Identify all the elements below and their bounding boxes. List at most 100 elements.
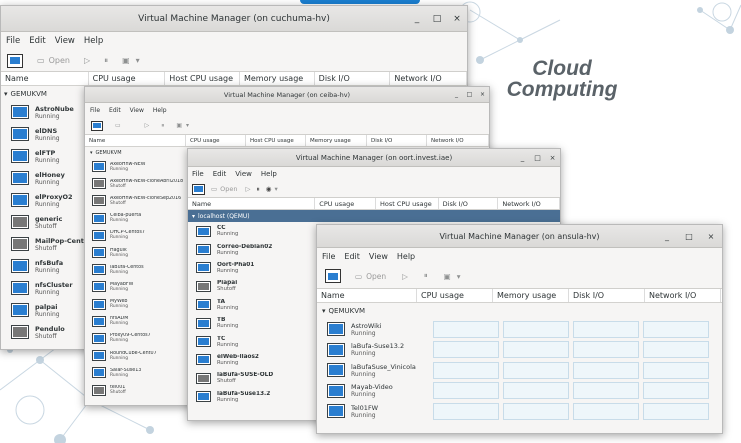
window-titlebar[interactable]: Virtual Machine Manager (on ansula-hv) _… [317,225,722,248]
minimize-button[interactable]: _ [407,6,427,32]
vm-row[interactable]: laBufa-Suse13.2 Running [317,340,722,361]
new-vm-icon[interactable] [325,269,341,283]
toolbar: ▭ ▷ ⏸ ▣ ▾ [85,117,489,135]
maximize-button[interactable]: □ [463,87,476,103]
close-button[interactable]: × [476,87,489,103]
col-memory[interactable]: Memory usage [493,289,569,302]
open-console-icon[interactable]: ▭ [115,122,121,129]
chevron-down-icon[interactable]: ▾ [186,122,189,129]
column-headers: Name CPU usage Host CPU usage Memory usa… [1,72,467,86]
open-button[interactable]: Open [49,56,70,65]
open-button[interactable]: Open [366,272,386,281]
menu-edit[interactable]: Edit [344,252,360,261]
menu-edit[interactable]: Edit [109,107,121,114]
minimize-button[interactable]: _ [515,149,530,167]
expander-icon[interactable]: ▾ [192,213,195,220]
chevron-down-icon[interactable]: ▾ [457,272,461,281]
col-name[interactable]: Name [317,289,417,302]
maximize-button[interactable]: □ [678,225,700,248]
menu-help[interactable]: Help [397,252,415,261]
pause-icon[interactable]: ⏸ [161,122,164,130]
menu-edit[interactable]: Edit [29,36,45,46]
col-name[interactable]: Name [1,72,89,85]
vm-row[interactable]: laBufaSuse_Vinicola Running [317,360,722,381]
col-memory[interactable]: Memory usage [306,135,367,146]
window-titlebar[interactable]: Virtual Machine Manager (on oort.invest.… [188,149,560,167]
menu-file[interactable]: File [6,36,20,46]
menu-help[interactable]: Help [153,107,167,114]
monitor-icon [92,247,106,259]
connection-group[interactable]: ▾ localhost (QEMU) [188,210,560,222]
new-vm-icon[interactable] [91,120,103,131]
new-vm-icon[interactable] [192,183,205,195]
window-titlebar[interactable]: Virtual Machine Manager (on ceiba-hv) _ … [85,87,489,103]
chevron-down-icon[interactable]: ▾ [274,185,277,193]
pause-icon[interactable]: ⏸ [104,56,108,66]
col-memory[interactable]: Memory usage [240,72,315,85]
expander-icon[interactable]: ▾ [322,307,326,315]
col-host-cpu[interactable]: Host CPU usage [165,72,240,85]
run-icon[interactable]: ▷ [246,185,251,193]
open-button[interactable]: Open [220,185,237,193]
menu-view[interactable]: View [369,252,388,261]
window-titlebar[interactable]: Virtual Machine Manager (on cuchuma-hv) … [1,6,467,32]
menu-file[interactable]: File [322,252,335,261]
col-disk[interactable]: Disk I/O [367,135,427,146]
pause-icon[interactable]: ⏸ [257,185,260,194]
shutdown-icon[interactable]: ▣ [122,56,130,65]
disk-io-graph [573,361,639,379]
run-icon[interactable]: ▷ [84,56,90,65]
menu-view[interactable]: View [235,170,252,178]
col-host-cpu[interactable]: Host CPU usage [246,135,306,146]
shutdown-icon[interactable]: ◉ [266,185,272,193]
pause-icon[interactable]: ⏸ [424,271,428,281]
minimize-button[interactable]: _ [450,87,463,103]
col-name[interactable]: Name [188,198,316,209]
col-name[interactable]: Name [85,135,186,146]
vm-status: Running [351,329,376,337]
menu-help[interactable]: Help [84,36,103,46]
maximize-button[interactable]: □ [427,6,447,32]
menu-view[interactable]: View [130,107,144,114]
col-cpu[interactable]: CPU usage [315,198,376,209]
col-network[interactable]: Network I/O [427,135,489,146]
shutdown-icon[interactable]: ▣ [176,122,182,129]
menu-help[interactable]: Help [261,170,277,178]
col-disk[interactable]: Disk I/O [569,289,645,302]
menu-file[interactable]: File [90,107,100,114]
col-disk[interactable]: Disk I/O [439,198,499,209]
vm-row[interactable]: Mayab-Video Running [317,381,722,402]
menu-edit[interactable]: Edit [213,170,227,178]
col-host-cpu[interactable]: Host CPU usage [376,198,439,209]
vm-row[interactable]: Tel01FW Running [317,401,722,422]
vm-row[interactable]: AstroWiki Running [317,319,722,340]
col-cpu[interactable]: CPU usage [89,72,166,85]
vm-text: MayabFW Running [110,282,133,292]
col-disk[interactable]: Disk I/O [315,72,391,85]
menu-file[interactable]: File [192,170,204,178]
monitor-icon [196,354,211,366]
col-network[interactable]: Network I/O [390,72,467,85]
new-vm-icon[interactable] [7,53,23,68]
open-console-icon[interactable]: ▭ [355,272,362,281]
chevron-down-icon[interactable]: ▾ [136,56,140,65]
close-button[interactable]: × [447,6,467,32]
run-icon[interactable]: ▷ [145,122,150,129]
close-button[interactable]: × [700,225,722,248]
col-network[interactable]: Network I/O [498,198,560,209]
minimize-button[interactable]: _ [656,225,678,248]
shutdown-icon[interactable]: ▣ [444,272,451,281]
expander-icon[interactable]: ▾ [90,150,93,156]
open-console-icon[interactable]: ▭ [211,185,217,193]
expander-icon[interactable]: ▾ [4,90,8,98]
col-cpu[interactable]: CPU usage [186,135,246,146]
maximize-button[interactable]: □ [530,149,545,167]
connection-group[interactable]: ▾ QEMUKVM [317,303,722,319]
vmm-window-ansula[interactable]: Virtual Machine Manager (on ansula-hv) _… [316,224,723,434]
menu-view[interactable]: View [55,36,75,46]
col-network[interactable]: Network I/O [645,289,721,302]
close-button[interactable]: × [545,149,560,167]
run-icon[interactable]: ▷ [402,272,408,281]
open-console-icon[interactable]: ▭ [37,56,45,65]
col-cpu[interactable]: CPU usage [417,289,493,302]
